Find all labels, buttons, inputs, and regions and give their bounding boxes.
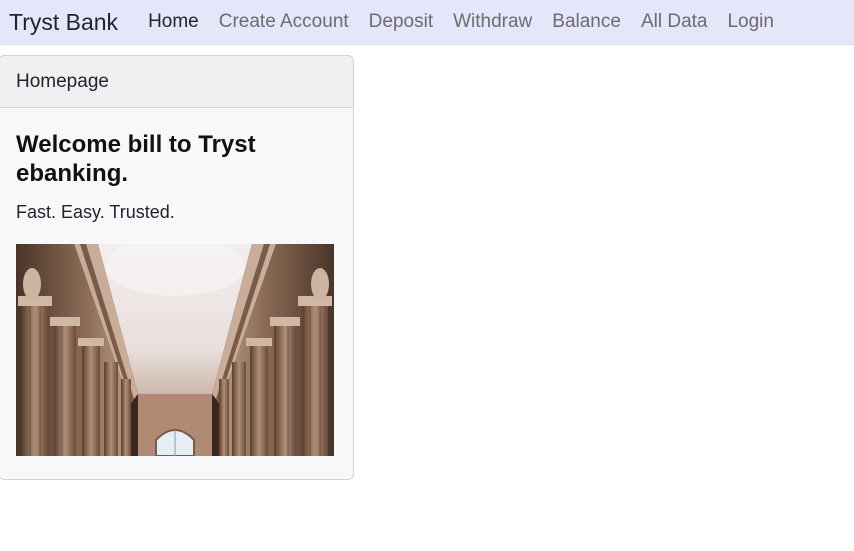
welcome-title: Welcome bill to Tryst ebanking. [16,131,256,187]
nav-link-create-account[interactable]: Create Account [219,11,349,33]
brand-link[interactable]: Tryst Bank [9,9,118,36]
card-body: Welcome bill to Tryst ebanking. Fast. Ea… [0,108,353,456]
homepage-card: Homepage Welcome bill to Tryst ebanking.… [0,55,354,480]
top-navbar: Tryst Bank Home Create Account Deposit W… [0,0,854,45]
tagline: Fast. Easy. Trusted. [16,202,175,222]
nav-link-balance[interactable]: Balance [552,11,621,33]
card-header: Homepage [0,56,353,108]
nav-link-deposit[interactable]: Deposit [369,11,433,33]
nav-links: Home Create Account Deposit Withdraw Bal… [148,11,794,33]
nav-link-all-data[interactable]: All Data [641,11,708,33]
nav-link-withdraw[interactable]: Withdraw [453,11,532,33]
bank-hall-image [16,244,334,456]
nav-link-home[interactable]: Home [148,11,199,33]
nav-link-login[interactable]: Login [727,11,774,33]
